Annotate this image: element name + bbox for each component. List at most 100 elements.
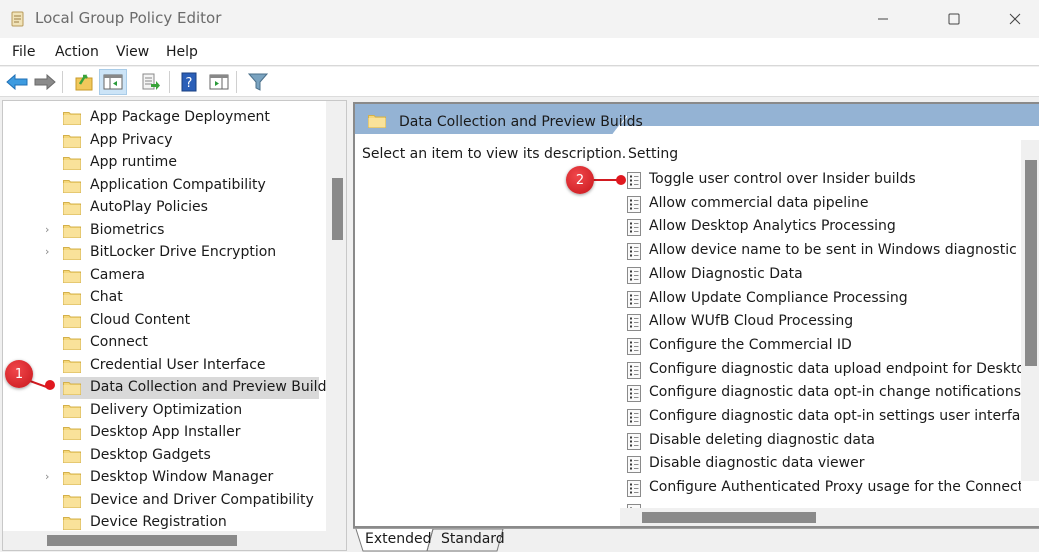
svg-text:?: ? <box>186 76 193 91</box>
menu-view[interactable]: View <box>116 44 149 60</box>
tree-item[interactable]: App runtime <box>3 152 333 174</box>
setting-row[interactable]: Allow Update Compliance Processing <box>626 288 1021 310</box>
setting-row[interactable]: Configure diagnostic data opt-in change … <box>626 382 1021 404</box>
policy-setting-icon <box>627 409 641 426</box>
policy-setting-icon <box>627 195 641 213</box>
setting-label: Allow Diagnostic Data <box>649 265 803 282</box>
toolbar-separator <box>236 71 237 93</box>
tree-item-label: Cloud Content <box>90 311 191 328</box>
settings-vertical-scroll-thumb[interactable] <box>1025 160 1037 366</box>
tree-item-label: Application Compatibility <box>90 176 266 193</box>
tree-item[interactable]: Desktop App Installer <box>3 422 333 444</box>
tree-item[interactable]: Desktop Gadgets <box>3 445 333 467</box>
tree-horizontal-scrollbar[interactable] <box>3 531 346 550</box>
arrow-right-icon <box>34 74 56 90</box>
close-button[interactable] <box>992 0 1038 38</box>
tree-item[interactable]: App Privacy <box>3 130 333 152</box>
tree-vertical-scrollbar[interactable] <box>326 101 346 531</box>
setting-row[interactable] <box>626 501 1021 508</box>
policy-setting-icon <box>627 172 641 189</box>
tree-item[interactable]: › Biometrics <box>3 220 333 242</box>
tab-extended[interactable]: Extended <box>365 531 432 547</box>
setting-label: Allow device name to be sent in Windows … <box>649 242 1021 259</box>
annotation-badge-1: 1 <box>5 360 33 388</box>
folder-icon <box>63 382 81 395</box>
setting-label: Configure Authenticated Proxy usage for … <box>649 479 1021 496</box>
setting-label: Disable diagnostic data viewer <box>649 455 865 472</box>
chevron-right-icon[interactable]: › <box>45 245 49 258</box>
tree-item-label: Biometrics <box>90 221 165 238</box>
forward-button[interactable] <box>31 69 59 95</box>
toolbar: ? <box>0 67 1039 97</box>
filter-button[interactable] <box>244 69 272 95</box>
menu-action[interactable]: Action <box>55 44 99 60</box>
tree-item[interactable]: Cloud Content <box>3 310 333 332</box>
annotation-1-dot <box>45 380 55 390</box>
tree-item-label: Credential User Interface <box>90 356 266 373</box>
chevron-right-icon[interactable]: › <box>45 223 49 236</box>
folder-icon <box>63 224 81 238</box>
tree-item[interactable]: AutoPlay Policies <box>3 197 333 219</box>
settings-list: Toggle user control over Insider builds A… <box>620 140 1039 526</box>
back-button[interactable] <box>3 69 31 95</box>
setting-row[interactable]: Allow commercial data pipeline <box>626 193 1021 215</box>
tree-item-label: AutoPlay Policies <box>90 199 208 215</box>
tree-item[interactable]: › BitLocker Drive Encryption <box>3 242 333 264</box>
setting-row[interactable]: Configure the Commercial ID <box>626 335 1021 357</box>
tree-item[interactable]: Connect <box>3 332 333 354</box>
settings-horizontal-scroll-thumb[interactable] <box>642 512 816 523</box>
setting-row[interactable]: Configure diagnostic data upload endpoin… <box>626 359 1021 381</box>
setting-row[interactable]: Allow device name to be sent in Windows … <box>626 240 1021 262</box>
description-text: Select an item to view its description. <box>362 146 627 162</box>
menu-file[interactable]: File <box>12 44 35 60</box>
tree-item-label: App Privacy <box>90 131 173 148</box>
setting-row[interactable]: Allow Desktop Analytics Processing <box>626 216 1021 238</box>
policy-setting-icon <box>627 456 641 474</box>
tree-item[interactable]: Device and Driver Compatibility <box>3 490 333 512</box>
policy-setting-icon <box>627 219 641 237</box>
chevron-right-icon[interactable]: › <box>45 470 49 483</box>
tree-horizontal-scroll-thumb[interactable] <box>47 535 237 546</box>
tree-item[interactable]: › Desktop Window Manager <box>3 467 333 489</box>
menu-help[interactable]: Help <box>166 44 198 60</box>
tree-item[interactable]: Credential User Interface <box>3 355 333 377</box>
tab-standard[interactable]: Standard <box>441 531 505 547</box>
console-tree-icon <box>103 74 123 90</box>
export-list-button[interactable] <box>137 69 165 95</box>
tree-item[interactable]: Chat <box>3 287 333 309</box>
column-header-setting[interactable]: Setting <box>628 146 678 162</box>
annotation-2-dot <box>616 175 626 185</box>
setting-row[interactable]: Configure Authenticated Proxy usage for … <box>626 477 1021 499</box>
tree-item[interactable]: Camera <box>3 265 333 287</box>
minimize-button[interactable] <box>860 0 906 38</box>
tree-item-label: Connect <box>90 334 148 350</box>
setting-row[interactable]: Allow WUfB Cloud Processing <box>626 311 1021 333</box>
tree-item[interactable]: Delivery Optimization <box>3 400 333 422</box>
tree-item[interactable]: App Package Deployment <box>3 107 333 129</box>
tree-item[interactable]: Application Compatibility <box>3 175 333 197</box>
show-hide-console-tree-button[interactable] <box>99 69 127 95</box>
maximize-button[interactable] <box>931 0 977 38</box>
tree-item-label: Device Registration <box>90 514 227 530</box>
settings-horizontal-scrollbar[interactable] <box>620 508 1039 526</box>
tree-vertical-scroll-thumb[interactable] <box>332 178 343 240</box>
toolbar-separator <box>62 71 63 93</box>
setting-row[interactable]: Toggle user control over Insider builds <box>626 169 1021 191</box>
close-icon <box>1009 13 1021 25</box>
setting-row[interactable]: Disable diagnostic data viewer <box>626 453 1021 475</box>
help-icon: ? <box>181 72 197 92</box>
help-button[interactable]: ? <box>175 69 203 95</box>
setting-label: Allow Update Compliance Processing <box>649 289 908 306</box>
up-one-level-button[interactable] <box>70 69 98 95</box>
setting-row[interactable]: Allow Diagnostic Data <box>626 264 1021 286</box>
group-policy-app-icon <box>11 11 24 27</box>
folder-icon <box>368 115 386 128</box>
setting-label: Allow WUfB Cloud Processing <box>649 313 854 330</box>
setting-row[interactable]: Configure diagnostic data opt-in setting… <box>626 406 1021 428</box>
setting-label: Configure the Commercial ID <box>649 336 852 353</box>
settings-vertical-scrollbar[interactable] <box>1021 140 1039 481</box>
show-hide-action-pane-button[interactable] <box>205 69 233 95</box>
setting-label: Disable deleting diagnostic data <box>649 431 876 448</box>
setting-row[interactable]: Disable deleting diagnostic data <box>626 430 1021 452</box>
setting-label: Configure diagnostic data opt-in setting… <box>649 408 1021 424</box>
